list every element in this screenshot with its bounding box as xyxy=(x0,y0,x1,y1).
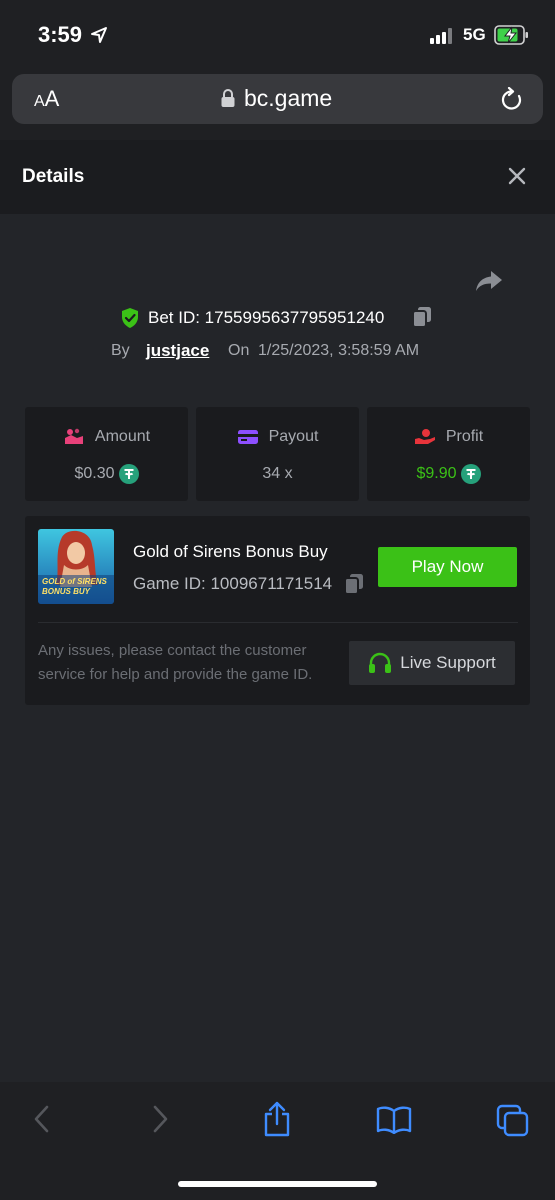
headset-icon xyxy=(369,652,392,673)
copy-icon[interactable] xyxy=(344,573,364,595)
details-header: Details xyxy=(0,140,555,214)
stat-label: Payout xyxy=(268,428,319,445)
verified-shield-icon xyxy=(122,308,138,328)
close-icon[interactable] xyxy=(507,166,527,186)
copy-icon[interactable] xyxy=(412,306,432,328)
game-card: GOLD of SIRENS BONUS BUY Gold of Sirens … xyxy=(25,516,530,705)
browser-address-area: AA bc.game xyxy=(0,70,555,140)
bet-datetime: 1/25/2023, 3:58:59 AM xyxy=(258,342,420,359)
battery-charging-icon xyxy=(494,25,528,45)
tether-coin-icon xyxy=(118,464,139,484)
amount-icon xyxy=(64,428,83,444)
location-arrow-icon xyxy=(91,27,107,43)
game-name: Gold of Sirens Bonus Buy xyxy=(133,542,328,561)
bookmarks-icon[interactable] xyxy=(376,1106,412,1134)
stat-value: $0.30 xyxy=(74,465,115,482)
by-label: By xyxy=(111,342,130,359)
divider xyxy=(38,622,518,623)
username-link[interactable]: justjace xyxy=(146,341,209,361)
page-title: Details xyxy=(22,166,85,187)
game-id: Game ID: 1009671171514 xyxy=(133,574,333,593)
payout-card-icon xyxy=(237,430,258,444)
tabs-icon[interactable] xyxy=(496,1104,530,1138)
share-icon[interactable] xyxy=(262,1100,292,1138)
status-bar: 3:59 5G xyxy=(0,0,555,70)
back-icon[interactable] xyxy=(32,1104,50,1134)
stat-label: Profit xyxy=(445,428,484,445)
thumbnail-title-line: BONUS BUY xyxy=(42,587,91,596)
profit-hand-icon xyxy=(414,429,435,444)
lock-icon xyxy=(221,89,235,107)
stat-value: $9.90 xyxy=(416,465,457,482)
url-text[interactable]: bc.game xyxy=(244,85,332,112)
home-indicator xyxy=(178,1181,377,1187)
play-now-button[interactable]: Play Now xyxy=(378,547,517,587)
share-arrow-icon[interactable] xyxy=(474,268,504,294)
live-support-button[interactable]: Live Support xyxy=(349,641,515,685)
stat-card-payout: Payout 34 x xyxy=(196,407,359,501)
network-label: 5G xyxy=(463,25,486,44)
bet-id: Bet ID: 1755995637795951240 xyxy=(148,308,385,327)
signal-bars-icon xyxy=(430,28,452,44)
stat-card-amount: Amount $0.30 xyxy=(25,407,188,501)
status-time: 3:59 xyxy=(38,22,83,47)
stat-label: Amount xyxy=(94,428,151,445)
live-support-label: Live Support xyxy=(400,653,496,672)
forward-icon[interactable] xyxy=(152,1104,170,1134)
stat-card-profit: Profit $9.90 xyxy=(367,407,530,501)
stat-value: 34 x xyxy=(262,465,293,482)
thumbnail-title-line: GOLD of SIRENS xyxy=(42,577,107,586)
on-label: On xyxy=(228,342,250,359)
issues-text: Any issues, please contact the customer … xyxy=(38,642,313,683)
tether-coin-icon xyxy=(460,464,481,484)
text-size-button[interactable]: AA xyxy=(34,86,59,112)
address-bar[interactable]: AA bc.game xyxy=(12,74,543,124)
reload-icon[interactable] xyxy=(500,87,524,113)
game-thumbnail[interactable]: GOLD of SIRENS BONUS BUY xyxy=(38,529,114,604)
